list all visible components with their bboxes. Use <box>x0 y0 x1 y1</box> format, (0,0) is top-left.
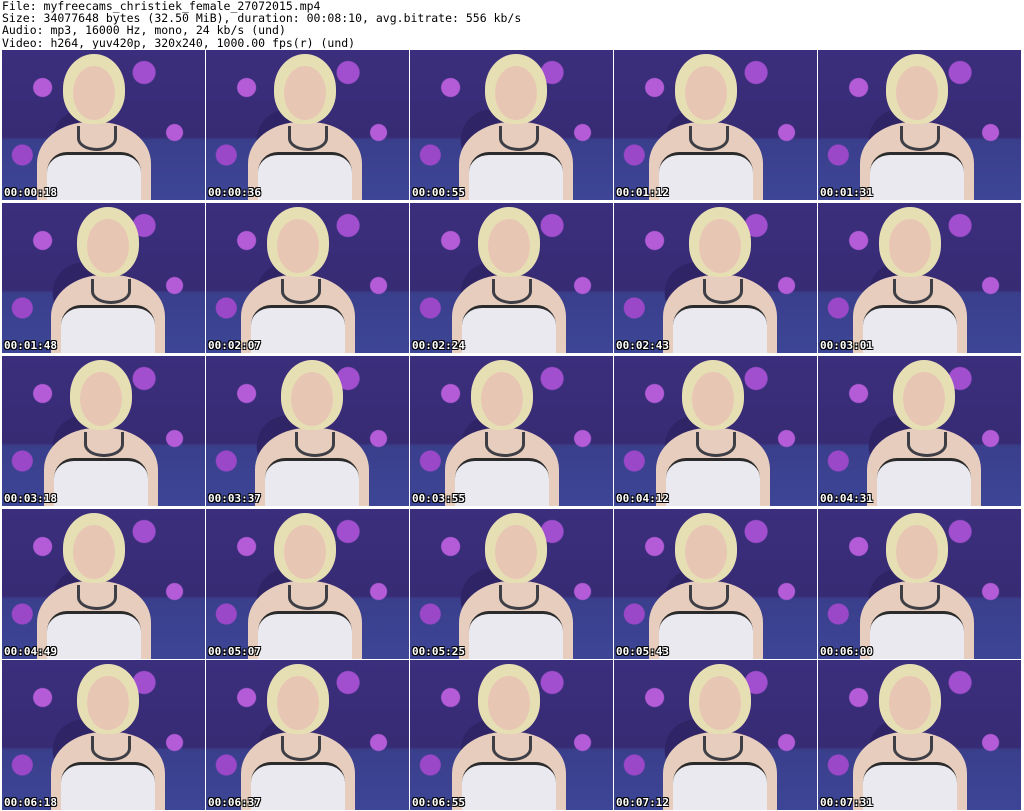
thumbnail: 00:06:00 <box>818 509 1021 659</box>
thumbnail-timestamp: 00:01:48 <box>4 339 57 352</box>
thumbnail: 00:06:55 <box>410 660 613 810</box>
thumbnail: 00:04:12 <box>614 356 817 506</box>
thumbnail: 00:04:31 <box>818 356 1021 506</box>
video-frame-figure <box>648 356 778 506</box>
thumbnail: 00:02:43 <box>614 203 817 353</box>
video-frame-figure <box>36 356 166 506</box>
thumbnail-timestamp: 00:00:36 <box>208 186 261 199</box>
thumbnail-grid: 00:00:18 00:00:36 00:00:55 00:01:12 00:01:31… <box>0 50 1024 811</box>
video-frame-figure <box>451 509 581 659</box>
thumbnail-timestamp: 00:04:49 <box>4 645 57 658</box>
thumbnail-timestamp: 00:00:18 <box>4 186 57 199</box>
thumbnail-timestamp: 00:06:55 <box>412 796 465 809</box>
thumbnail: 00:05:43 <box>614 509 817 659</box>
thumbnail-timestamp: 00:05:43 <box>616 645 669 658</box>
video-frame-figure <box>43 660 173 810</box>
thumbnail-timestamp: 00:05:07 <box>208 645 261 658</box>
video-frame-figure <box>655 203 785 353</box>
thumbnail: 00:01:12 <box>614 50 817 200</box>
thumbnail-timestamp: 00:01:12 <box>616 186 669 199</box>
thumbnail-timestamp: 00:06:00 <box>820 645 873 658</box>
file-info-header: File: myfreecams_christiek_female_270720… <box>2 0 1022 49</box>
thumbnail: 00:00:36 <box>206 50 409 200</box>
video-frame-figure <box>233 203 363 353</box>
thumbnail-timestamp: 00:03:37 <box>208 492 261 505</box>
thumbnail: 00:07:12 <box>614 660 817 810</box>
thumbnail: 00:06:37 <box>206 660 409 810</box>
thumbnail: 00:01:31 <box>818 50 1021 200</box>
video-info-line: Video: h264, yuv420p, 320x240, 1000.00 f… <box>2 35 356 49</box>
video-frame-figure <box>859 356 989 506</box>
thumbnail: 00:03:37 <box>206 356 409 506</box>
thumbnail-timestamp: 00:02:24 <box>412 339 465 352</box>
video-frame-figure <box>240 50 370 200</box>
thumbnail: 00:04:49 <box>2 509 205 659</box>
video-frame-figure <box>641 509 771 659</box>
video-frame-figure <box>852 50 982 200</box>
thumbnail: 00:02:07 <box>206 203 409 353</box>
thumbnail: 00:03:55 <box>410 356 613 506</box>
thumbnail-timestamp: 00:07:31 <box>820 796 873 809</box>
video-frame-figure <box>240 509 370 659</box>
thumbnail-timestamp: 00:03:01 <box>820 339 873 352</box>
thumbnail-timestamp: 00:05:25 <box>412 645 465 658</box>
thumbnail: 00:06:18 <box>2 660 205 810</box>
video-frame-figure <box>451 50 581 200</box>
video-frame-figure <box>655 660 785 810</box>
video-frame-figure <box>29 50 159 200</box>
video-frame-figure <box>444 660 574 810</box>
video-frame-figure <box>247 356 377 506</box>
video-frame-figure <box>233 660 363 810</box>
video-frame-figure <box>43 203 173 353</box>
thumbnail-timestamp: 00:01:31 <box>820 186 873 199</box>
thumbnail-timestamp: 00:06:37 <box>208 796 261 809</box>
thumbnail-timestamp: 00:06:18 <box>4 796 57 809</box>
thumbnail: 00:05:07 <box>206 509 409 659</box>
thumbnail-timestamp: 00:03:18 <box>4 492 57 505</box>
thumbnail: 00:03:18 <box>2 356 205 506</box>
video-frame-figure <box>444 203 574 353</box>
thumbnail-timestamp: 00:04:31 <box>820 492 873 505</box>
thumbnail-timestamp: 00:00:55 <box>412 186 465 199</box>
thumbnail: 00:00:18 <box>2 50 205 200</box>
video-frame-figure <box>852 509 982 659</box>
thumbnail: 00:03:01 <box>818 203 1021 353</box>
video-frame-figure <box>437 356 567 506</box>
thumbnail: 00:00:55 <box>410 50 613 200</box>
thumbnail: 00:02:24 <box>410 203 613 353</box>
thumbnail-timestamp: 00:07:12 <box>616 796 669 809</box>
thumbnail-timestamp: 00:04:12 <box>616 492 669 505</box>
thumbnail-timestamp: 00:02:07 <box>208 339 261 352</box>
audio-info-line: Audio: mp3, 16000 Hz, mono, 24 kb/s (und… <box>2 23 286 38</box>
video-frame-figure <box>845 660 975 810</box>
video-frame-figure <box>641 50 771 200</box>
thumbnail: 00:07:31 <box>818 660 1021 810</box>
thumbnail-timestamp: 00:03:55 <box>412 492 465 505</box>
thumbnail-timestamp: 00:02:43 <box>616 339 669 352</box>
thumbnail: 00:05:25 <box>410 509 613 659</box>
video-frame-figure <box>845 203 975 353</box>
video-frame-figure <box>29 509 159 659</box>
thumbnail: 00:01:48 <box>2 203 205 353</box>
